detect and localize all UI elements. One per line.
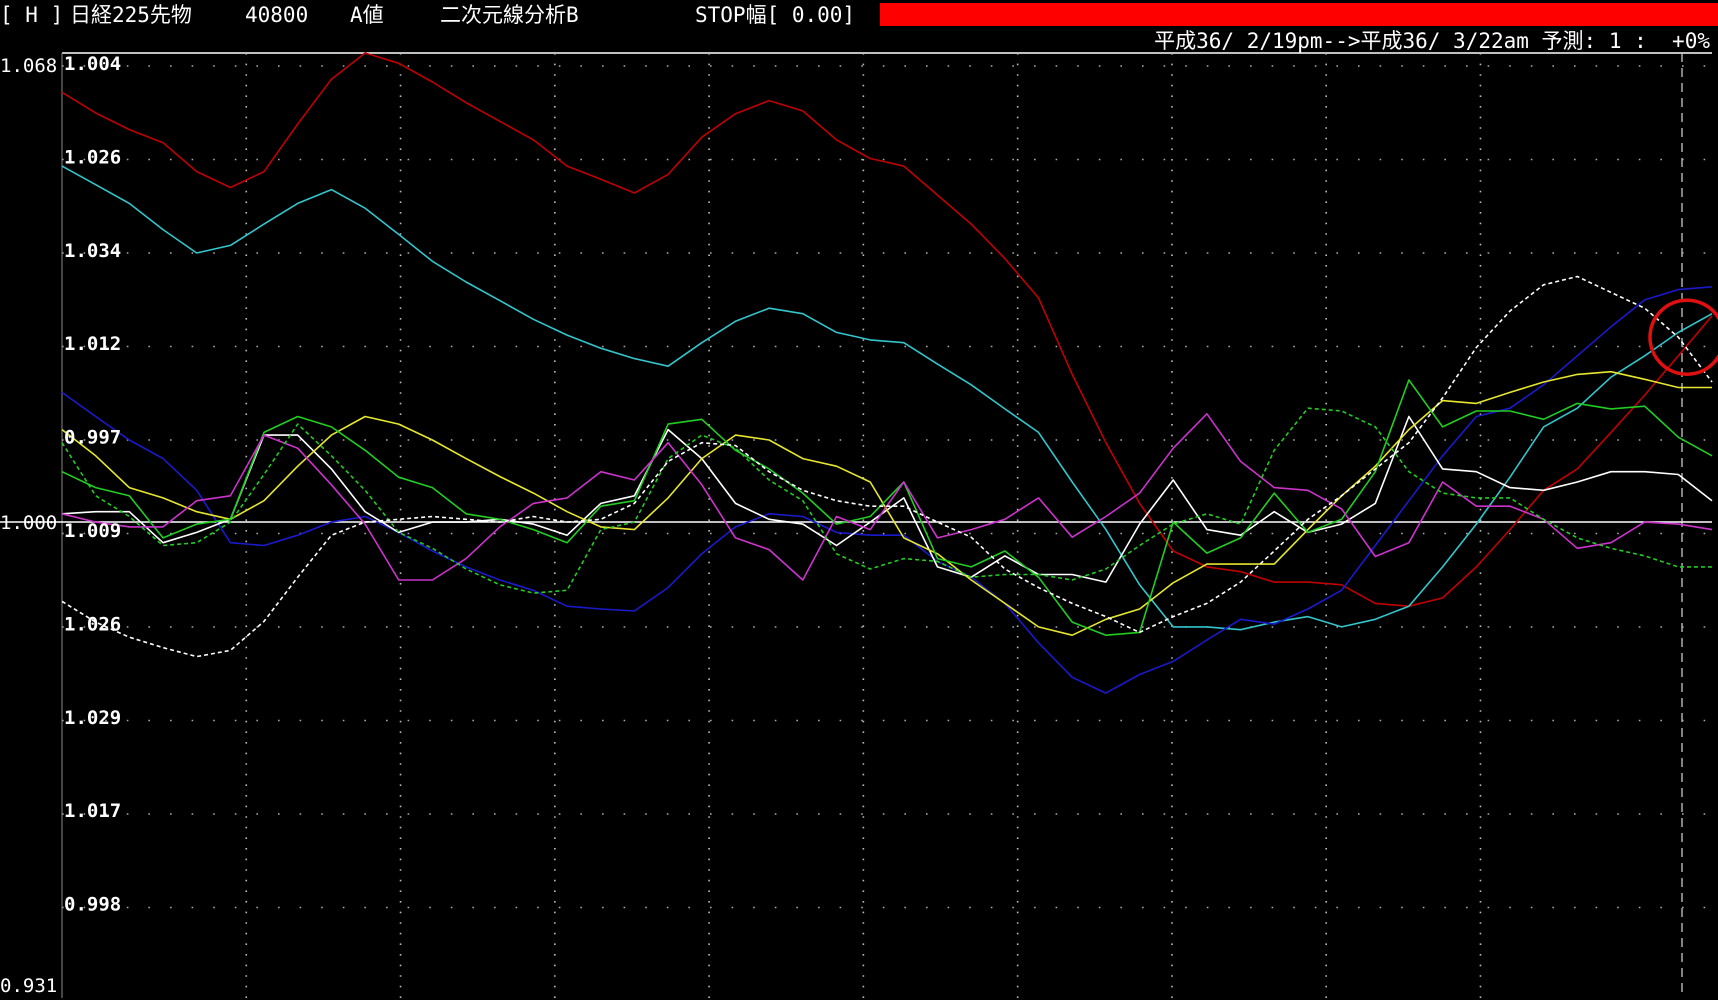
y-axis-top-label: 1.068 [0,55,57,77]
inner-tick-label: 1.034 [64,240,121,262]
series-line-yellow [61,370,1712,637]
series-line-green_dashed [61,407,1712,594]
stop-width: STOP幅[ 0.00] [695,3,856,27]
inner-tick-label: 1.026 [64,146,121,168]
inner-tick-label: 1.029 [64,707,121,729]
analysis-mode: 二次元線分析B [440,3,579,27]
series-line-red [61,52,1713,608]
instrument-code: 40800 [245,3,309,27]
overlays [1648,298,1718,376]
series-line-cyan [61,165,1713,631]
series-line-blue [61,286,1713,694]
inner-tick-label: 1.017 [64,800,121,822]
inner-tick-label: 1.004 [64,53,121,75]
y-axis-bottom-label: 0.931 [0,975,57,997]
inner-tick-label: 0.997 [64,427,121,449]
grid [0,52,1712,998]
inner-tick-label: 1.012 [64,333,121,355]
value-type: A値 [350,3,384,27]
inner-tick-label: 1.026 [64,613,121,635]
series-line-white_dashed [61,275,1713,658]
chart-area: 1.068 1.000 0.931 1.004 1.026 1.034 1.012 0.997… [0,52,1718,998]
labels: 1.068 1.000 0.931 1.004 1.026 1.034 1.012 0.997… [0,53,121,997]
title-bar: [ H ] 日経225先物 40800 A値 二次元線分析B STOP幅[ 0.… [0,0,1718,30]
date-range: 平成36/ 2/19pm-->平成36/ 3/22am 予測: 1 : +0% [1154,29,1710,53]
series-line-green [61,379,1713,637]
window-tag: [ H ] [0,3,64,27]
status-bar [880,3,1718,26]
highlight-circle [1648,298,1718,376]
series-lines [61,52,1713,694]
y-axis-mid-label: 1.000 [0,512,57,534]
inner-tick-label: 1.009 [64,520,121,542]
inner-tick-label: 0.998 [64,894,121,916]
instrument-name: 日経225先物 [70,3,192,27]
